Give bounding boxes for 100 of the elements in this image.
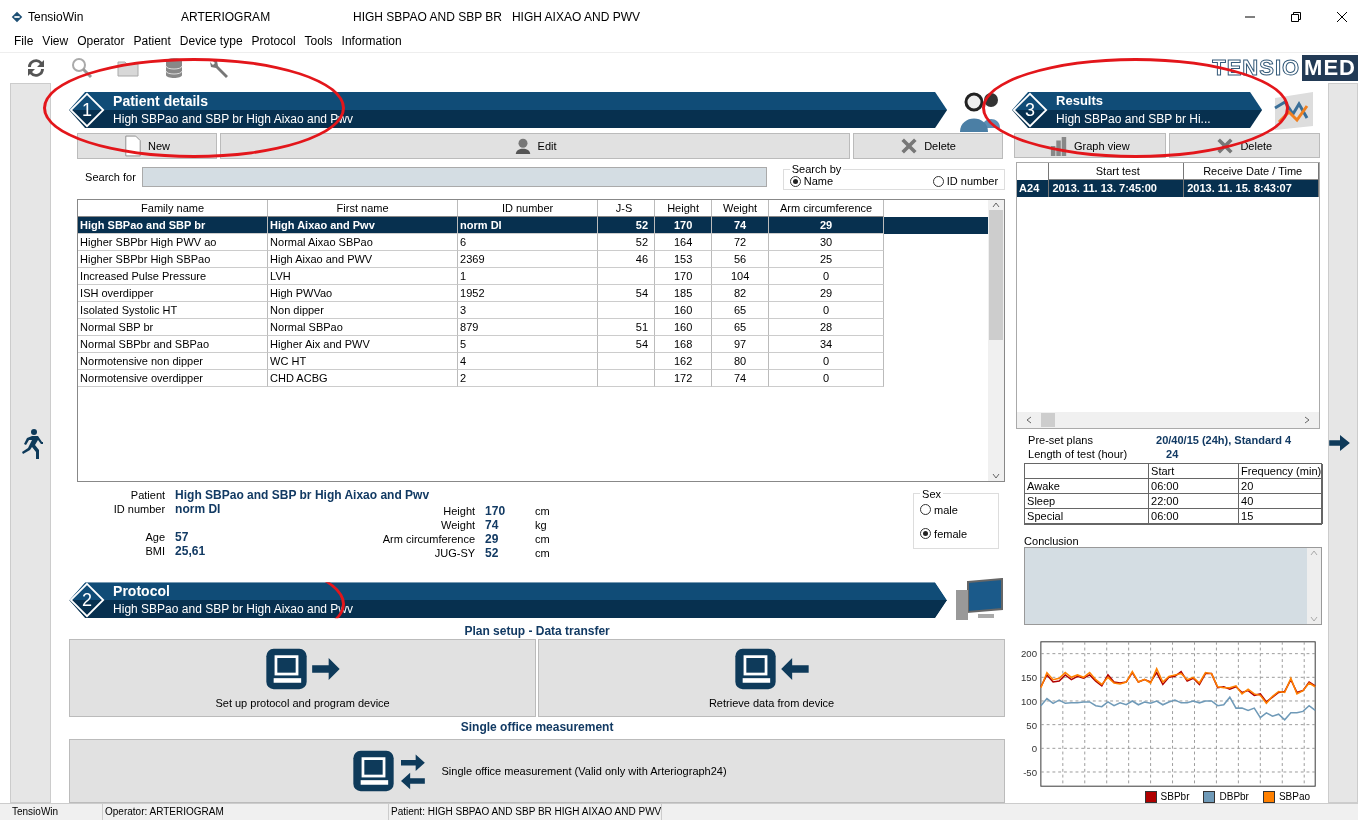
radio-label[interactable]: female — [934, 527, 968, 540]
table-cell: Normal SBPbr and SBPao — [78, 335, 269, 353]
column-header[interactable]: Height — [655, 199, 713, 217]
restore-icon[interactable] — [1290, 11, 1302, 23]
table-cell: 1 — [458, 267, 599, 285]
field-label: Height — [442, 503, 476, 518]
table-cell: A24 — [1017, 180, 1050, 198]
table-row[interactable]: ISH overdipper High PWVao 1952 54 185 82 29 — [78, 284, 989, 302]
section-title: Patient details — [113, 92, 209, 110]
table-cell: 1952 — [458, 284, 599, 302]
window-title: HIGH SBPAO AND SBP BR HIGH AIXAO AND PWV — [353, 10, 640, 24]
table-cell: 28 — [769, 318, 885, 336]
menu-item[interactable]: Information — [341, 34, 402, 52]
field-value: norm DI — [175, 501, 221, 516]
table-row[interactable]: Isolated Systolic HT Non dipper 3 160 65 0 — [78, 301, 989, 319]
toolbar-button[interactable]: Edit — [220, 133, 851, 159]
menu-item[interactable]: Protocol — [251, 34, 296, 52]
device-transfer-button[interactable]: Set up protocol and program device — [69, 639, 537, 717]
toolbar-button[interactable]: Delete — [1168, 133, 1321, 159]
table-row[interactable]: A24 2013. 11. 13. 7:45:00 2013. 11. 15. 8:43:07 — [1017, 180, 1320, 198]
table-cell: 29 — [769, 216, 885, 234]
table-cell: CHD ACBG — [268, 369, 459, 387]
bar-chart-icon — [1050, 134, 1068, 157]
unit-label: cm — [535, 503, 551, 518]
group-label: Search by — [790, 163, 843, 176]
menu-item[interactable]: Patient — [133, 34, 171, 52]
column-header[interactable]: First name — [268, 199, 459, 217]
radio-label[interactable]: Name — [803, 175, 834, 188]
table-cell: 72 — [712, 233, 770, 251]
toolbar-button[interactable]: Delete — [853, 133, 1004, 159]
field-value: High SBPao and SBP br High Aixao and Pwv — [175, 487, 430, 502]
table-cell: 54 — [598, 335, 656, 353]
single-measurement-button[interactable]: Single office measurement (Valid only with Arteriograph24) — [69, 739, 1006, 803]
legend-label: SBPao — [1278, 791, 1311, 803]
table-cell — [598, 352, 656, 370]
search-field[interactable] — [141, 166, 767, 187]
axis-tick-label: 0 — [1031, 743, 1038, 755]
table-cell: 6 — [458, 233, 599, 251]
computer-monitor-icon — [953, 578, 1006, 623]
table-cell: 0 — [769, 369, 885, 387]
table-cell: 2 — [458, 369, 599, 387]
table-row[interactable]: Normal SBPbr and SBPao Higher Aix and PWV 5 54 168 97 34 — [78, 335, 989, 353]
toolbar-button[interactable]: Graph view — [1014, 133, 1166, 159]
table-cell: High Aixao and PWV — [268, 250, 459, 268]
field-label: Patient — [130, 487, 166, 502]
close-icon[interactable] — [1336, 11, 1348, 23]
table-row[interactable]: High SBPao and SBP br High Aixao and Pwv norm DI 52 170 74 29 — [78, 216, 989, 234]
unit-label: cm — [535, 531, 551, 546]
menu-item[interactable]: File — [14, 34, 34, 52]
table-cell: Higher Aix and PWV — [268, 335, 459, 353]
table-row[interactable]: Normotensive non dipper WC HT 4 162 80 0 — [78, 352, 989, 370]
table-cell: 3 — [458, 301, 599, 319]
table-row[interactable]: Normal SBP br Normal SBPao 879 51 160 65 28 — [78, 318, 989, 336]
table-cell: Normal SBPao — [268, 318, 459, 336]
table-cell: 20 — [1239, 478, 1324, 494]
column-header[interactable]: J-S — [598, 199, 656, 217]
table-row[interactable]: Increased Pulse Pressure LVH 1 170 104 0 — [78, 267, 989, 285]
table-cell: 4 — [458, 352, 599, 370]
legend-label: SBPbr — [1160, 791, 1190, 803]
table-cell: 82 — [712, 284, 770, 302]
table-row[interactable]: Higher SBPbr High SBPao High Aixao and PWV 2369 46 153 56 25 — [78, 250, 989, 268]
vertical-scrollbar[interactable] — [988, 199, 1005, 481]
column-header[interactable]: Weight — [712, 199, 770, 217]
table-cell: ISH overdipper — [78, 284, 269, 302]
table-cell: 74 — [712, 216, 770, 234]
radio-label[interactable]: male — [934, 503, 958, 516]
axis-tick-label: 50 — [1026, 719, 1038, 731]
step-number-icon: 1 — [69, 92, 106, 128]
column-header[interactable]: Arm circumference — [769, 199, 885, 217]
field-label: Arm circumference — [381, 531, 476, 546]
field-label: Weight — [440, 517, 476, 532]
table-cell: Non dipper — [268, 301, 459, 319]
table-row[interactable]: Normotensive overdipper CHD ACBG 2 172 74 0 — [78, 369, 989, 387]
table-row[interactable]: Higher SBPbr High PWV ao Normal Aixao SBPao 6 52 164 72 30 — [78, 233, 989, 251]
arrow-right-icon[interactable] — [1329, 434, 1352, 452]
column-header[interactable]: Family name — [78, 199, 269, 217]
menu-item[interactable]: View — [42, 34, 69, 52]
search-icon[interactable] — [70, 56, 94, 80]
table-cell: 22:00 — [1149, 493, 1240, 509]
table-cell: High Aixao and Pwv — [268, 216, 459, 234]
field-label: Conclusion — [1024, 534, 1080, 547]
radio-label[interactable]: ID number — [946, 175, 999, 188]
menu-item[interactable]: Device type — [179, 34, 243, 52]
menu-item[interactable]: Operator — [77, 34, 125, 52]
column-header: Frequency (min) — [1239, 463, 1324, 479]
table-cell: 52 — [598, 216, 656, 234]
section-title: Results — [1056, 92, 1105, 110]
menu-item[interactable]: Tools — [304, 34, 333, 52]
table-cell: 2369 — [458, 250, 599, 268]
horizontal-scrollbar[interactable] — [1017, 411, 1320, 428]
table-cell: 15 — [1239, 508, 1324, 524]
unit-label: kg — [535, 517, 548, 532]
toolbar-button[interactable]: New — [77, 133, 218, 159]
conclusion-field[interactable] — [1024, 546, 1323, 625]
device-transfer-button[interactable]: Retrieve data from device — [538, 639, 1006, 717]
scroll-thumb[interactable] — [1041, 412, 1056, 427]
table-cell — [598, 267, 656, 285]
section-title: Protocol — [113, 582, 171, 601]
column-header[interactable]: ID number — [458, 199, 599, 217]
table-cell: 29 — [769, 284, 885, 302]
